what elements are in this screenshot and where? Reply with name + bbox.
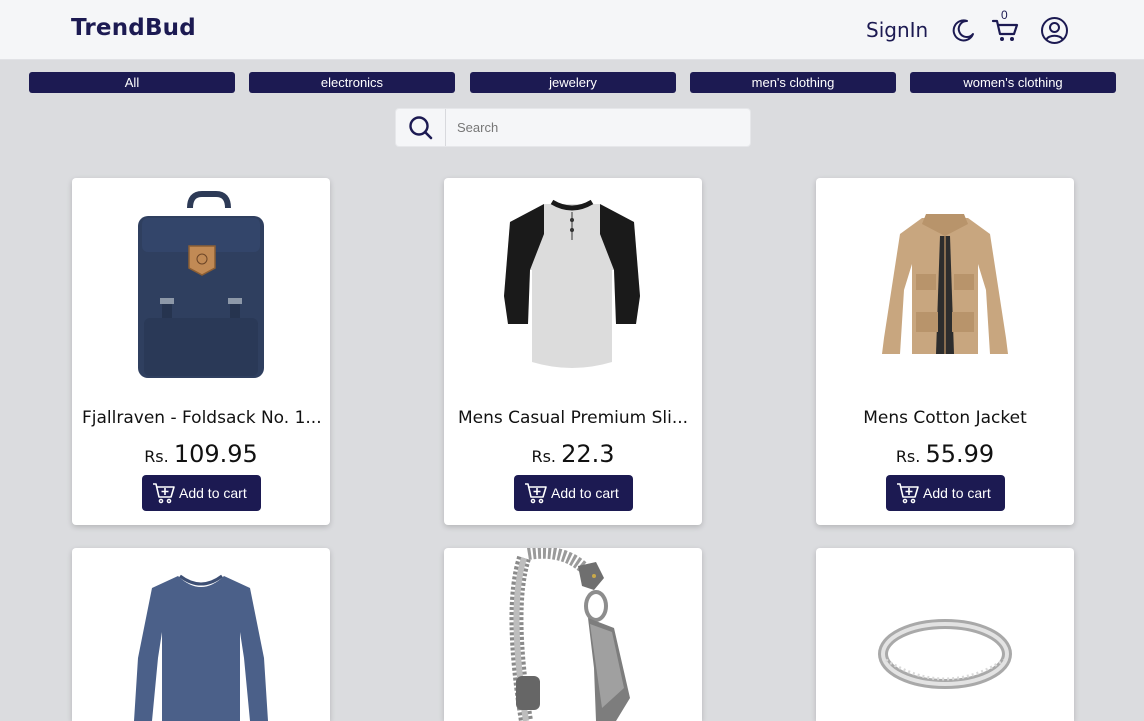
product-card[interactable]: Mens Cotton Jacket Rs. 55.99 Add to cart [816,178,1074,525]
brand-logo[interactable]: TrendBud [71,15,196,41]
add-to-cart-label: Add to cart [179,485,247,501]
bracelet-product-image [509,548,630,721]
add-to-cart-label: Add to cart [923,485,991,501]
search-button[interactable] [396,109,446,146]
add-cart-icon [525,483,547,504]
jacket-product-image [882,214,1008,354]
product-card[interactable]: Mens Casual Premium Sli... Rs. 22.3 Add … [444,178,702,525]
add-to-cart-button[interactable]: Add to cart [514,475,633,511]
raglan-shirt-product-image [504,199,640,368]
product-card[interactable] [444,548,702,721]
add-cart-icon [153,483,175,504]
product-title[interactable]: Mens Cotton Jacket [826,408,1064,428]
navbar: TrendBud SignIn 0 [0,0,1144,60]
category-mens-clothing-button[interactable]: men's clothing [690,72,896,93]
product-card[interactable] [72,548,330,721]
currency-label: Rs. [144,447,169,466]
signin-link[interactable]: SignIn [866,18,928,42]
add-to-cart-label: Add to cart [551,485,619,501]
product-title[interactable]: Fjallraven - Foldsack No. 1... [82,408,320,428]
price-amount: 55.99 [925,440,995,468]
add-cart-icon [897,483,919,504]
category-jewelery-button[interactable]: jewelery [470,72,676,93]
user-icon[interactable] [1040,16,1069,45]
currency-label: Rs. [895,447,921,466]
category-womens-clothing-button[interactable]: women's clothing [910,72,1116,93]
currency-label: Rs. [531,447,556,466]
category-electronics-button[interactable]: electronics [249,72,455,93]
category-all-button[interactable]: All [29,72,235,93]
search-input[interactable] [447,109,750,146]
add-to-cart-button[interactable]: Add to cart [142,475,261,511]
price-amount: 109.95 [173,440,258,468]
product-card[interactable] [816,548,1074,721]
cart-icon[interactable] [991,17,1019,43]
search-icon [409,116,433,140]
add-to-cart-button[interactable]: Add to cart [886,475,1005,511]
long-sleeve-shirt-product-image [134,574,268,721]
backpack-product-image [138,191,264,378]
product-title[interactable]: Mens Casual Premium Sli... [454,408,692,428]
price-amount: 22.3 [561,440,615,468]
product-card[interactable]: Fjallraven - Foldsack No. 1... Rs. 109.9… [72,178,330,525]
moon-icon[interactable] [951,17,977,43]
product-price: Rs. 22.3 [444,440,702,468]
search-bar [395,108,751,147]
product-price: Rs. 109.95 [72,440,330,468]
product-price: Rs. 55.99 [816,440,1074,468]
ring-product-image [878,619,1012,689]
